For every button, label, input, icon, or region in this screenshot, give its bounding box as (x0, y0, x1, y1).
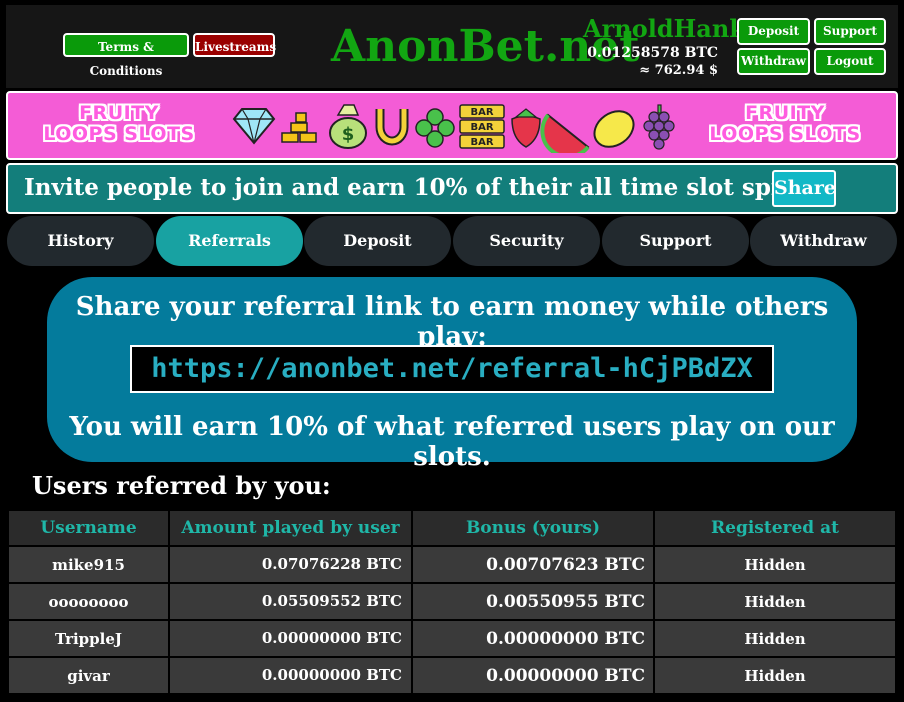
table-row: givar 0.00000000 BTC 0.00000000 BTC Hidd… (9, 658, 895, 693)
referral-title: Share your referral link to earn money w… (75, 292, 829, 352)
logout-button[interactable]: Logout (814, 48, 886, 75)
referral-note: You will earn 10% of what referred users… (69, 412, 835, 472)
money-bag-icon: $ (329, 104, 367, 149)
usd-balance: ≈ 762.94 $ (639, 63, 718, 78)
col-bonus: Bonus (yours) (413, 511, 653, 545)
col-registered-at: Registered at (655, 511, 895, 545)
cell-registered: Hidden (655, 621, 895, 656)
tab-deposit[interactable]: Deposit (304, 216, 451, 266)
tab-referrals[interactable]: Referrals (156, 216, 303, 266)
cell-registered: Hidden (655, 584, 895, 619)
cell-amount: 0.05509552 BTC (170, 584, 411, 619)
svg-text:BAR: BAR (470, 122, 493, 133)
btc-balance: 0.01258578 BTC (587, 45, 718, 61)
svg-text:BAR: BAR (470, 107, 493, 118)
top-header: Terms & Conditions Livestreams AnonBet.n… (6, 5, 898, 88)
svg-text:BAR: BAR (470, 137, 493, 148)
referral-link-field[interactable]: https://anonbet.net/referral-hCjPBdZX (130, 345, 774, 393)
share-button[interactable]: Share (772, 170, 836, 207)
invite-bar: Invite people to join and earn 10% of th… (6, 163, 898, 214)
cell-bonus: 0.00550955 BTC (413, 584, 653, 619)
cell-amount: 0.00000000 BTC (170, 658, 411, 693)
strawberry-icon (511, 108, 541, 148)
referral-panel: Share your referral link to earn money w… (47, 277, 857, 472)
watermelon-icon (540, 113, 590, 153)
livestreams-button[interactable]: Livestreams (193, 33, 276, 57)
bar-icon: BAR BAR BAR (459, 104, 505, 149)
gold-bars-icon (281, 112, 317, 143)
lemon-icon (593, 110, 635, 148)
deposit-button[interactable]: Deposit (737, 18, 810, 45)
username: ArnoldHanks (583, 14, 760, 43)
slots-banner[interactable]: FRUITY LOOPS SLOTS FRUITY LOOPS SLOTS $ (6, 91, 898, 160)
clover-icon (415, 108, 455, 148)
cell-bonus: 0.00707623 BTC (413, 547, 653, 582)
cell-username: TrippleJ (9, 621, 168, 656)
table-row: mike915 0.07076228 BTC 0.00707623 BTC Hi… (9, 547, 895, 582)
tab-history[interactable]: History (7, 216, 154, 266)
invite-text: Invite people to join and earn 10% of th… (24, 174, 818, 201)
grapes-icon (643, 104, 675, 150)
svg-text:$: $ (342, 124, 355, 145)
cell-username: oooooooo (9, 584, 168, 619)
terms-button[interactable]: Terms & Conditions (63, 33, 189, 78)
slot-symbols: $ BAR BAR BAR (232, 104, 675, 153)
col-amount-played: Amount played by user (170, 511, 411, 545)
support-button[interactable]: Support (814, 18, 886, 45)
banner-title-left: FRUITY LOOPS SLOTS (43, 102, 195, 145)
cell-username: givar (9, 658, 168, 693)
tab-withdraw[interactable]: Withdraw (750, 216, 897, 266)
tab-support[interactable]: Support (602, 216, 749, 266)
table-row: oooooooo 0.05509552 BTC 0.00550955 BTC H… (9, 584, 895, 619)
banner-title-right: FRUITY LOOPS SLOTS (709, 102, 861, 145)
site-logo[interactable]: AnonBet.net (331, 19, 640, 75)
cell-amount: 0.00000000 BTC (170, 621, 411, 656)
cell-amount: 0.07076228 BTC (170, 547, 411, 582)
table-row: TrippleJ 0.00000000 BTC 0.00000000 BTC H… (9, 621, 895, 656)
cell-registered: Hidden (655, 547, 895, 582)
referred-users-table: Username Amount played by user Bonus (yo… (7, 509, 897, 695)
diamond-icon (232, 108, 276, 145)
cell-bonus: 0.00000000 BTC (413, 658, 653, 693)
table-header-row: Username Amount played by user Bonus (yo… (9, 511, 895, 545)
withdraw-button[interactable]: Withdraw (737, 48, 810, 75)
cell-username: mike915 (9, 547, 168, 582)
cell-registered: Hidden (655, 658, 895, 693)
tab-security[interactable]: Security (453, 216, 600, 266)
col-username: Username (9, 511, 168, 545)
users-referred-title: Users referred by you: (32, 471, 331, 500)
cell-bonus: 0.00000000 BTC (413, 621, 653, 656)
horseshoe-icon (375, 109, 409, 146)
